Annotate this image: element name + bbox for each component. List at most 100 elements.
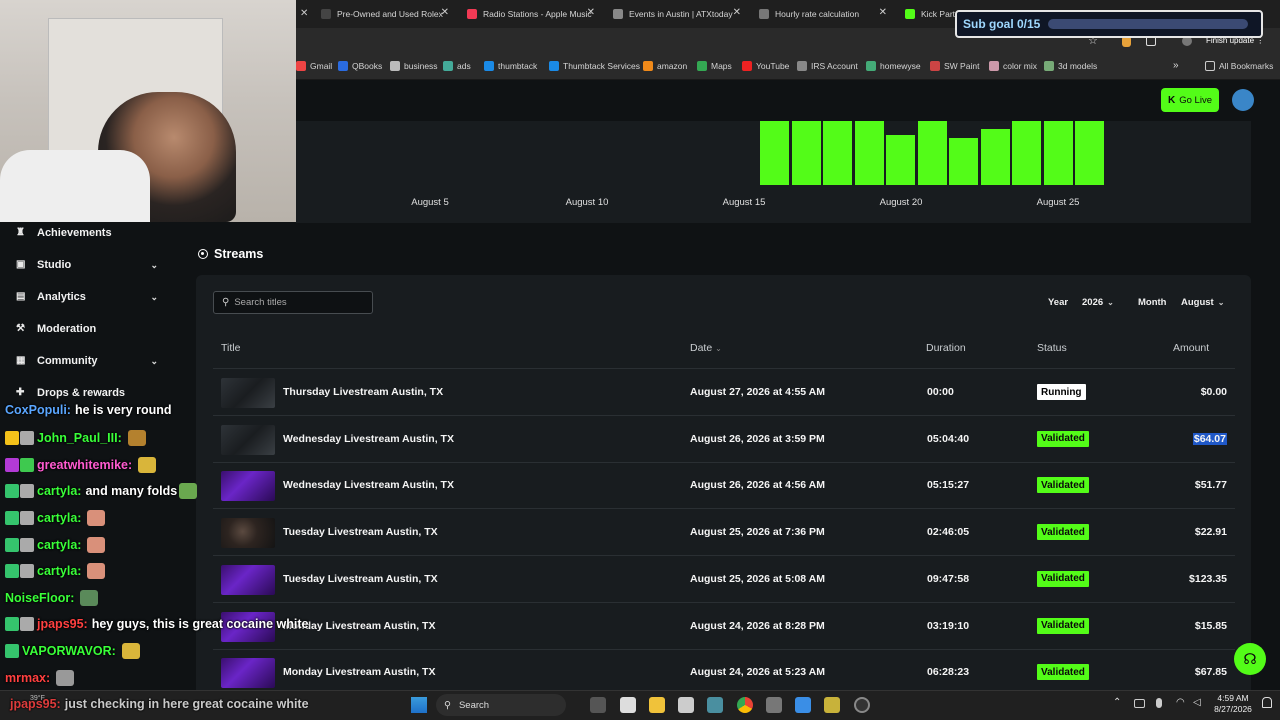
- wifi-icon[interactable]: ◠: [1176, 697, 1185, 708]
- support-chat-button[interactable]: ☊: [1234, 643, 1266, 675]
- all-bookmarks-button[interactable]: All Bookmarks: [1205, 61, 1273, 71]
- microphone-icon[interactable]: [1156, 698, 1162, 708]
- calculator-icon[interactable]: [766, 697, 782, 713]
- tab-favicon-icon: [321, 9, 331, 19]
- browser-tab[interactable]: Kick Partner: [905, 4, 955, 24]
- browser-tab[interactable]: Pre-Owned and Used Rolex ✕: [321, 4, 449, 24]
- year-select[interactable]: 2026 ⌄: [1082, 297, 1114, 308]
- stream-amount: $22.91: [1194, 526, 1227, 539]
- chat-badge-icon: [5, 484, 19, 498]
- stream-date: August 25, 2026 at 5:08 AM: [690, 572, 825, 585]
- chat-username: cartyla:: [37, 511, 82, 525]
- table-row[interactable]: Tuesday Livestream Austin, TX August 25, …: [213, 509, 1235, 555]
- table-row[interactable]: Tuesday Livestream Austin, TX August 25, …: [213, 556, 1235, 602]
- bookmark-link[interactable]: thumbtack: [484, 61, 537, 71]
- app-icon[interactable]: [707, 697, 723, 713]
- stream-title[interactable]: Thursday Livestream Austin, TX: [283, 386, 443, 398]
- bookmark-link[interactable]: Thumbtack Services: [549, 61, 640, 71]
- chrome-icon[interactable]: [737, 697, 753, 713]
- sidebar-item-analytics[interactable]: ▤ Analytics ⌄: [16, 291, 158, 303]
- bookmark-icon: [742, 61, 752, 71]
- tab-label: Events in Austin | ATXtoday: [629, 9, 733, 19]
- table-row[interactable]: Wednesday Livestream Austin, TX August 26…: [213, 416, 1235, 462]
- volume-icon[interactable]: ◁: [1193, 697, 1201, 708]
- bookmark-icon: [989, 61, 999, 71]
- go-live-button[interactable]: K Go Live: [1161, 88, 1219, 112]
- bookmarks-overflow-icon[interactable]: »: [1173, 60, 1179, 71]
- chart-x-tick-label: August 5: [411, 197, 449, 208]
- chart-bar: [760, 121, 789, 185]
- search-input[interactable]: [234, 297, 370, 308]
- taskbar-search[interactable]: ⚲ Search: [436, 694, 566, 716]
- browser-tab[interactable]: Radio Stations - Apple Music ✕: [467, 4, 595, 24]
- bookmark-link[interactable]: IRS Account: [797, 61, 858, 71]
- chat-emote-icon: [138, 457, 157, 473]
- files-icon[interactable]: [620, 697, 636, 713]
- file-explorer-icon[interactable]: [649, 697, 665, 713]
- column-header-title[interactable]: Title: [221, 342, 240, 354]
- chart-x-tick-label: August 20: [879, 197, 923, 208]
- notification-bell-icon[interactable]: [1262, 697, 1272, 708]
- table-row[interactable]: Monday Livestream Austin, TX August 24, 2…: [213, 603, 1235, 649]
- bookmark-icon: [797, 61, 807, 71]
- network-icon[interactable]: [1134, 699, 1145, 708]
- table-row[interactable]: Thursday Livestream Austin, TX August 27,…: [213, 369, 1235, 415]
- bookmark-icon: [443, 61, 453, 71]
- tray-chevron-icon[interactable]: ⌃: [1113, 697, 1121, 708]
- bookmark-link[interactable]: ads: [443, 61, 471, 71]
- sidebar-item-moderation[interactable]: ⚒ Moderation: [16, 323, 158, 335]
- chat-emote-icon: [127, 430, 146, 446]
- bookmark-link[interactable]: 3d models: [1044, 61, 1097, 71]
- column-header-amount[interactable]: Amount: [1173, 342, 1209, 354]
- obs-icon[interactable]: [854, 697, 870, 713]
- chevron-down-icon: ⌄: [1107, 298, 1114, 307]
- browser-tab[interactable]: Events in Austin | ATXtoday ✕: [613, 4, 741, 24]
- bookmark-link[interactable]: Gmail: [296, 61, 332, 71]
- sidebar-item-community[interactable]: ▦ Community ⌄: [16, 355, 158, 367]
- tab-close-icon[interactable]: ✕: [441, 7, 449, 18]
- column-header-date[interactable]: Date ⌄: [690, 342, 722, 354]
- tab-close-icon[interactable]: ✕: [879, 7, 887, 18]
- sidebar-item-drops-rewards[interactable]: ✚ Drops & rewards: [16, 387, 158, 399]
- bookmark-link[interactable]: Maps: [697, 61, 732, 71]
- chat-username: John_Paul_III:: [37, 431, 122, 445]
- chevron-down-icon: ⌄: [150, 291, 158, 302]
- tab-close-icon[interactable]: ✕: [587, 7, 595, 18]
- chat-badges: [5, 431, 34, 445]
- notes-icon[interactable]: [678, 697, 694, 713]
- chat-badges: [5, 484, 34, 498]
- sidebar-item-achievements[interactable]: ♜ Achievements: [16, 227, 158, 239]
- column-header-duration[interactable]: Duration: [926, 342, 966, 354]
- table-row[interactable]: Wednesday Livestream Austin, TX August 26…: [213, 462, 1235, 508]
- taskbar-clock[interactable]: 4:59 AM 8/27/2026: [1212, 693, 1254, 715]
- bookmark-link[interactable]: homewyse: [866, 61, 921, 71]
- stack-icon[interactable]: [824, 697, 840, 713]
- stream-amount: $0.00: [1200, 386, 1227, 398]
- task-view-icon[interactable]: [590, 697, 606, 713]
- stream-date: August 26, 2026 at 4:56 AM: [690, 479, 825, 492]
- editor-icon[interactable]: [795, 697, 811, 713]
- tab-close-icon[interactable]: ✕: [733, 7, 741, 18]
- chevron-down-icon: ⌄: [150, 355, 158, 366]
- month-select[interactable]: August ⌄: [1181, 297, 1224, 308]
- sidebar-item-studio[interactable]: ▣ Studio ⌄: [16, 259, 158, 271]
- tab-close-icon[interactable]: ✕: [300, 8, 308, 19]
- table-row[interactable]: Monday Livestream Austin, TX August 24, 2…: [213, 649, 1235, 695]
- bookmark-link[interactable]: business: [390, 61, 438, 71]
- chat-message: VAPORWAVOR:: [5, 643, 140, 659]
- bookmark-link[interactable]: SW Paint: [930, 61, 979, 71]
- status-badge: Validated: [1037, 664, 1089, 681]
- bookmark-link[interactable]: YouTube: [742, 61, 789, 71]
- windows-start-icon[interactable]: [411, 697, 427, 713]
- bookmark-icon: [866, 61, 876, 71]
- bookmark-link[interactable]: amazon: [643, 61, 687, 71]
- analytics-icon: ▤: [16, 291, 26, 302]
- bookmark-link[interactable]: color mix: [989, 61, 1037, 71]
- column-header-status[interactable]: Status: [1037, 342, 1067, 354]
- bookmark-link[interactable]: QBooks: [338, 61, 382, 71]
- kick-logo-icon: K: [1168, 94, 1176, 106]
- chat-badge-icon: [5, 431, 19, 445]
- browser-tab[interactable]: Hourly rate calculation ✕: [759, 4, 887, 24]
- search-titles-field[interactable]: ⚲: [213, 291, 373, 314]
- user-avatar[interactable]: [1232, 89, 1254, 111]
